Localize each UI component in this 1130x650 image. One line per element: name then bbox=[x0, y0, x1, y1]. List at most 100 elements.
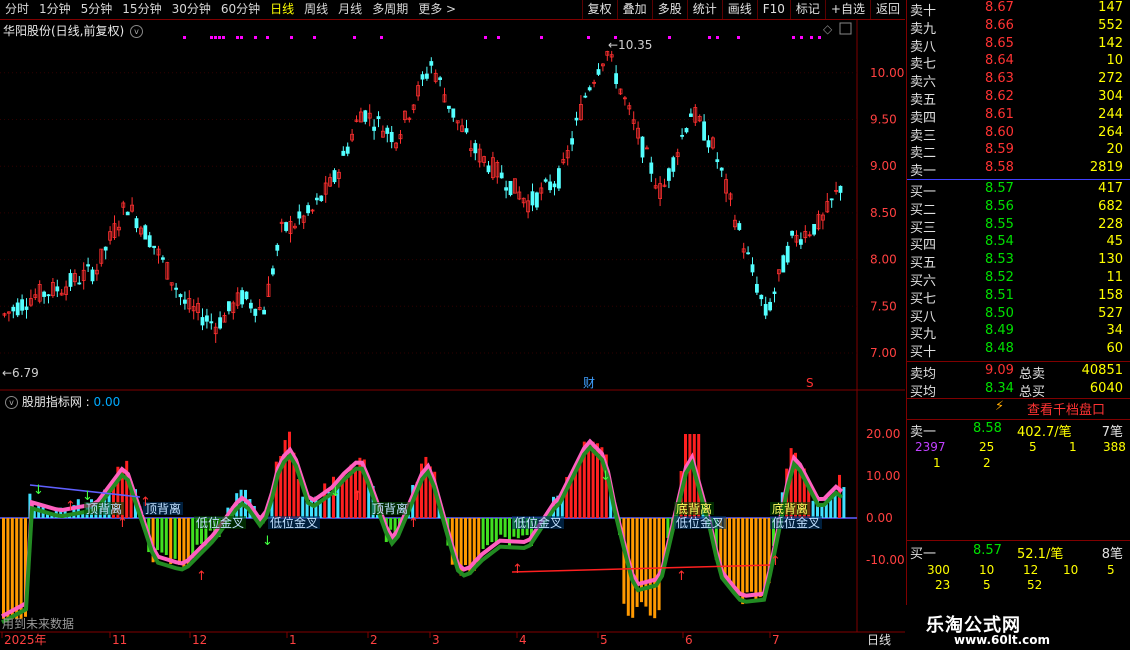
histogram-bar bbox=[288, 431, 291, 518]
candle-body bbox=[504, 187, 509, 191]
price-tick: 8.00 bbox=[870, 253, 897, 267]
sell1-detail-row: 卖一 8.58 402.7/笔 7笔 bbox=[910, 421, 1123, 440]
histogram-bar bbox=[486, 518, 489, 546]
signal-label: 低位金叉 bbox=[196, 515, 244, 530]
candle-body bbox=[473, 143, 478, 154]
finance-marker: 财 bbox=[583, 376, 595, 390]
candle-body bbox=[587, 87, 592, 91]
candle-body bbox=[671, 157, 676, 172]
candle-body bbox=[640, 136, 645, 158]
dropdown-icon[interactable]: v bbox=[130, 25, 144, 38]
date-tick: 12 bbox=[192, 633, 207, 647]
candle-body bbox=[42, 291, 46, 297]
signal-label: 低位金叉 bbox=[270, 515, 318, 530]
candle-body bbox=[134, 218, 139, 229]
bid-level-5[interactable]: 买五 8.53 130 bbox=[907, 252, 1130, 271]
ask-level-4[interactable]: 卖七 8.64 10 bbox=[907, 53, 1130, 72]
candle-body bbox=[451, 108, 456, 118]
diamond-icon[interactable]: ◇ bbox=[823, 22, 833, 36]
bid-level-1[interactable]: 买一 8.57 417 bbox=[907, 181, 1130, 200]
candle-body bbox=[46, 294, 51, 297]
candle-body bbox=[244, 291, 249, 300]
date-tick: 7 bbox=[772, 633, 780, 647]
up-arrow-icon: ↑ bbox=[408, 516, 419, 531]
indicator-dropdown-icon[interactable]: v bbox=[5, 396, 18, 409]
buy1-order-2: 10 bbox=[979, 563, 995, 577]
restore-icon[interactable] bbox=[839, 22, 852, 35]
histogram-bar bbox=[389, 518, 393, 530]
bid-level-4[interactable]: 买四 8.54 45 bbox=[907, 234, 1130, 253]
buy1-order-1: 300 bbox=[927, 563, 950, 577]
indicator-title: v 股朋指标网 : 0.00 bbox=[3, 393, 120, 410]
candle-body bbox=[240, 290, 245, 305]
candle-body bbox=[438, 77, 443, 80]
candle-body bbox=[204, 315, 209, 322]
candle-body bbox=[420, 74, 425, 80]
bid-level-7[interactable]: 买七 8.51 158 bbox=[907, 288, 1130, 307]
histogram-bar bbox=[842, 487, 846, 518]
candle-body bbox=[574, 117, 579, 121]
histogram-bar bbox=[754, 518, 758, 602]
candle-body bbox=[530, 191, 535, 206]
histogram-bar bbox=[160, 518, 164, 553]
date-tick: 5 bbox=[600, 633, 608, 647]
down-arrow-icon: ↓ bbox=[330, 485, 341, 500]
candle-body bbox=[535, 192, 539, 208]
candle-body bbox=[702, 121, 706, 141]
candle-body bbox=[737, 223, 742, 230]
candle-body bbox=[11, 306, 16, 312]
candle-body bbox=[772, 291, 777, 294]
chart-area[interactable]: 顶背离 顶背离低位金叉 低位金叉顶背离低位金叉底背离低位金叉底背离低位金叉↑↑↑↑↑… bbox=[0, 0, 905, 650]
bid-level-2[interactable]: 买二 8.56 682 bbox=[907, 199, 1130, 218]
ask-level-7[interactable]: 卖四 8.61 244 bbox=[907, 107, 1130, 126]
candle-body bbox=[209, 321, 214, 324]
candle-body bbox=[363, 110, 368, 122]
candle-body bbox=[178, 294, 183, 298]
candle-body bbox=[218, 317, 223, 329]
ask-level-5[interactable]: 卖六 8.63 272 bbox=[907, 71, 1130, 90]
candle-body bbox=[248, 302, 253, 309]
candle-body bbox=[706, 140, 711, 148]
candle-body bbox=[768, 301, 772, 311]
down-arrow-icon: ↓ bbox=[33, 483, 44, 498]
histogram-bar bbox=[648, 518, 652, 616]
candle-body bbox=[499, 172, 504, 179]
bid-level-10[interactable]: 买十 8.48 60 bbox=[907, 341, 1130, 360]
watermark-logo: 乐淘公式网 www.60lt.com bbox=[906, 605, 1130, 650]
ask-level-10[interactable]: 卖一 8.58 2819 bbox=[907, 160, 1130, 179]
ind-tick: -10.00 bbox=[866, 553, 905, 567]
candle-body bbox=[270, 268, 275, 275]
histogram-bar bbox=[15, 518, 19, 619]
bid-level-3[interactable]: 买三 8.55 228 bbox=[907, 217, 1130, 236]
candle-body bbox=[253, 308, 258, 316]
ask-level-2[interactable]: 卖九 8.66 552 bbox=[907, 18, 1130, 37]
bid-level-8[interactable]: 买八 8.50 527 bbox=[907, 306, 1130, 325]
candle-body bbox=[319, 195, 324, 202]
histogram-bar bbox=[178, 518, 181, 565]
candle-body bbox=[125, 211, 130, 216]
ask-level-3[interactable]: 卖八 8.65 142 bbox=[907, 36, 1130, 55]
histogram-bar bbox=[494, 518, 498, 544]
ask-level-9[interactable]: 卖二 8.59 20 bbox=[907, 142, 1130, 161]
bid-level-6[interactable]: 买六 8.52 11 bbox=[907, 270, 1130, 289]
view-1000-level-button[interactable]: ⚡ 查看千档盘口 bbox=[907, 397, 1130, 419]
ask-level-8[interactable]: 卖三 8.60 264 bbox=[907, 125, 1130, 144]
ask-level-1[interactable]: 卖十 8.67 147 bbox=[907, 0, 1130, 19]
ind-tick: 10.00 bbox=[866, 469, 900, 483]
histogram-bar bbox=[745, 518, 749, 593]
candle-body bbox=[763, 304, 768, 316]
future-data-note: 用到未来数据 bbox=[2, 617, 75, 631]
ask-level-6[interactable]: 卖五 8.62 304 bbox=[907, 89, 1130, 108]
histogram-bar bbox=[164, 518, 168, 555]
candle-body bbox=[746, 252, 750, 255]
date-tick: 3 bbox=[432, 633, 440, 647]
bid-level-9[interactable]: 买九 8.49 34 bbox=[907, 323, 1130, 342]
down-arrow-icon: ↓ bbox=[600, 469, 611, 484]
candle-body bbox=[68, 273, 73, 287]
candle-body bbox=[649, 162, 654, 174]
signal-label: 底背离 bbox=[676, 501, 712, 516]
candle-body bbox=[226, 301, 231, 312]
signal-label: 低位金叉 bbox=[772, 515, 820, 530]
histogram-bar bbox=[750, 518, 753, 592]
price-tick: 9.50 bbox=[870, 113, 897, 127]
